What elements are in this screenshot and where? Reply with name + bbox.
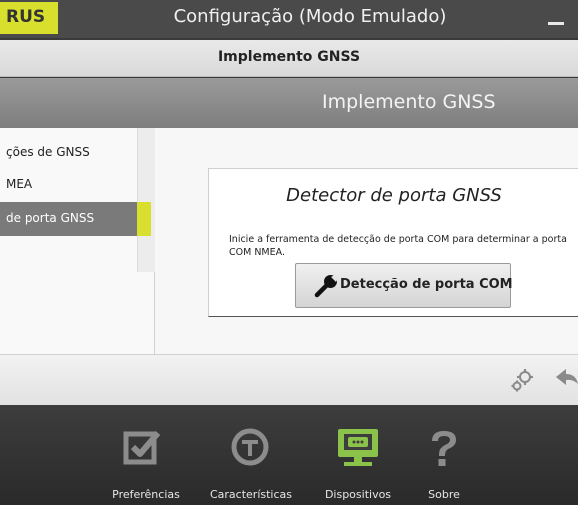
sidebar: ções de GNSS MEA de porta GNSS — [0, 128, 155, 354]
gears-icon[interactable] — [508, 366, 536, 394]
nav-features[interactable]: Características — [206, 405, 296, 505]
card-title: Detector de porta GNSS — [286, 185, 502, 206]
checkbox-icon — [123, 431, 161, 465]
section-title: Implemento GNSS — [322, 91, 496, 113]
feature-t-icon — [231, 428, 269, 466]
nav-label: Características — [209, 488, 292, 501]
nav-devices[interactable]: Dispositivos — [316, 405, 400, 505]
back-arrow-icon[interactable] — [554, 366, 578, 392]
sidebar-item-nmea[interactable]: MEA — [0, 168, 137, 202]
sidebar-item-port-detector[interactable]: de porta GNSS — [0, 202, 137, 236]
minimize-button[interactable] — [548, 22, 564, 25]
brand-logo: RUS — [0, 2, 58, 34]
active-item-marker — [137, 202, 151, 236]
com-port-detection-label: Detecção de porta COM — [340, 277, 513, 292]
sidebar-item-label: de porta GNSS — [6, 211, 95, 225]
port-detector-card: Detector de porta GNSS Inicie a ferramen… — [208, 168, 578, 317]
nav-label: Preferências — [112, 488, 180, 501]
nav-label: Sobre — [428, 488, 460, 501]
section-header: Implemento GNSS — [0, 78, 578, 128]
com-port-detection-button[interactable]: Detecção de porta COM — [295, 263, 513, 308]
device-monitor-icon — [338, 429, 378, 466]
card-description: Inicie a ferramenta de detecção de porta… — [229, 234, 567, 258]
wrench-icon — [314, 275, 338, 298]
sidebar-item-label: ções de GNSS — [6, 145, 90, 159]
sidebar-item-label: MEA — [6, 177, 33, 191]
brand-text: RUS — [6, 7, 46, 27]
page-title: Implemento GNSS — [217, 49, 361, 65]
nav-about[interactable]: Sobre — [420, 405, 468, 505]
page-header: Implemento GNSS — [0, 40, 578, 77]
sidebar-scrollbar[interactable] — [137, 128, 155, 272]
nav-preferences[interactable]: Preferências — [106, 405, 186, 505]
action-toolbar — [0, 354, 578, 405]
window-title: Configuração (Modo Emulado) — [173, 6, 447, 27]
question-icon — [432, 431, 456, 466]
sidebar-item-gnss-settings[interactable]: ções de GNSS — [0, 136, 137, 170]
nav-label: Dispositivos — [324, 488, 392, 501]
